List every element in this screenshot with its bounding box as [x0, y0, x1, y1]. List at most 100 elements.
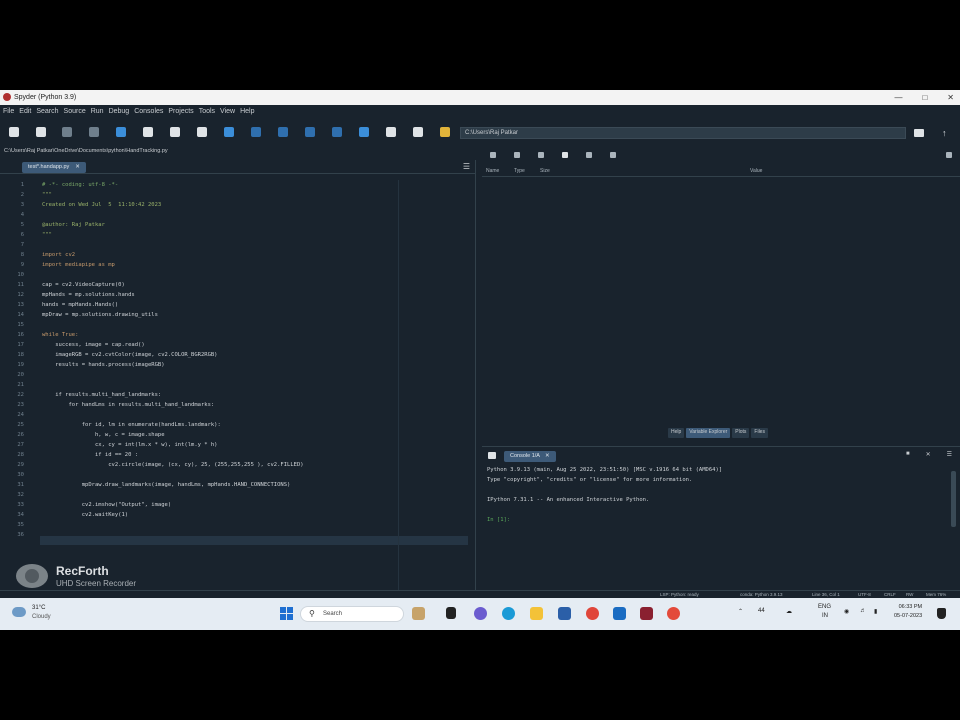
menu-source[interactable]: Source [64, 108, 86, 115]
code-line: cap = cv2.VideoCapture(0) [42, 282, 125, 288]
explorer-toolbar [482, 145, 960, 165]
save-all-icon[interactable] [89, 127, 99, 137]
working-directory-field[interactable]: C:\Users\Raj Patkar [460, 127, 906, 139]
clear-console-icon[interactable]: ✕ [926, 451, 931, 458]
region-indicator[interactable]: IN [822, 613, 828, 619]
chat-icon[interactable] [474, 607, 487, 620]
recorder-icon[interactable] [667, 607, 680, 620]
variable-explorer-pane: Name Type Size Value Help Variable Explo… [482, 145, 960, 441]
tab-variable-explorer[interactable]: Variable Explorer [686, 428, 731, 438]
open-file-icon[interactable] [36, 127, 46, 137]
run-cell-advance-icon[interactable] [170, 127, 180, 137]
column-type[interactable]: Type [514, 168, 525, 174]
menu-file[interactable]: File [3, 108, 14, 115]
spyder-taskbar-icon[interactable] [640, 607, 653, 620]
save-icon[interactable] [62, 127, 72, 137]
python-path-icon[interactable] [440, 127, 450, 137]
console-options-icon[interactable]: ☰ [947, 451, 952, 458]
cloud-icon[interactable] [12, 607, 26, 617]
run-icon[interactable] [116, 127, 126, 137]
import-data-icon[interactable] [490, 152, 496, 158]
menu-debug[interactable]: Debug [109, 108, 130, 115]
mail-icon[interactable] [613, 607, 626, 620]
battery-icon[interactable]: ▮ [874, 608, 877, 615]
menu-run[interactable]: Run [91, 108, 104, 115]
minimize-button[interactable]: — [894, 93, 902, 102]
run-cell-icon[interactable] [143, 127, 153, 137]
recorder-watermark: RecForth UHD Screen Recorder [16, 562, 186, 590]
refresh-icon[interactable] [610, 152, 616, 158]
preferences-wrench-icon[interactable] [413, 127, 423, 137]
photo-app-icon[interactable] [412, 607, 425, 620]
notification-bell-icon[interactable] [937, 608, 946, 619]
debug-icon[interactable] [224, 127, 234, 137]
code-line: results = hands.process(imageRGB) [42, 362, 165, 368]
menu-edit[interactable]: Edit [19, 108, 31, 115]
maximize-button[interactable]: □ [922, 93, 927, 102]
edge-browser-icon[interactable] [502, 607, 515, 620]
close-tab-icon[interactable]: ✕ [75, 164, 80, 170]
column-name[interactable]: Name [486, 168, 499, 174]
code-line: """ [42, 232, 52, 238]
menu-view[interactable]: View [220, 108, 235, 115]
menu-search[interactable]: Search [36, 108, 58, 115]
wifi-icon[interactable]: ◉ [844, 608, 849, 615]
maximize-pane-icon[interactable] [386, 127, 396, 137]
save-data-icon[interactable] [514, 152, 520, 158]
code-line: Created on Wed Jul 5 11:10:42 2023 [42, 202, 162, 208]
windows-start-icon[interactable] [280, 607, 293, 620]
menu-tools[interactable]: Tools [199, 108, 215, 115]
close-button[interactable]: ✕ [947, 93, 954, 102]
taskbar-search[interactable]: ⚲ Search [300, 606, 404, 622]
remove-all-icon[interactable] [562, 152, 568, 158]
file-explorer-dark-icon[interactable] [446, 607, 456, 619]
cloud-sync-icon[interactable]: ☁ [786, 608, 792, 615]
tray-counter[interactable]: 44 [758, 608, 765, 614]
new-file-icon[interactable] [9, 127, 19, 137]
weather-temperature[interactable]: 31°C [32, 605, 45, 611]
folder-icon[interactable] [914, 129, 924, 137]
tab-help[interactable]: Help [668, 428, 685, 438]
code-editor[interactable]: 1 # -*- coding: utf-8 -*- 2 """ 3 Created on … [0, 180, 470, 590]
column-value[interactable]: Value [750, 168, 762, 174]
step-into-icon[interactable] [278, 127, 288, 137]
editor-pane: test*.handapp.py ✕ ☰ 1 # -*- coding: utf-8… [0, 160, 476, 590]
taskbar: 31°C Cloudy ⚲ Search ⌃ 44 ☁ ENG IN ◉ ♬ ▮… [0, 598, 960, 630]
hamburger-menu-icon[interactable]: ☰ [463, 162, 470, 171]
options-icon[interactable] [946, 152, 952, 158]
line-number: 11 [17, 282, 24, 288]
chrome-icon[interactable] [586, 607, 599, 620]
line-number: 4 [20, 212, 24, 218]
console-tab[interactable]: Console 1/A ✕ [504, 451, 556, 462]
search-icon[interactable] [586, 152, 592, 158]
close-console-icon[interactable]: ✕ [545, 453, 550, 459]
chevron-up-icon[interactable]: ⌃ [738, 608, 743, 615]
stop-icon[interactable] [359, 127, 369, 137]
save-as-icon[interactable] [538, 152, 544, 158]
step-icon[interactable] [251, 127, 261, 137]
store-icon[interactable] [558, 607, 571, 620]
stop-kernel-icon[interactable]: ■ [906, 451, 910, 458]
run-selection-icon[interactable] [197, 127, 207, 137]
step-return-icon[interactable] [305, 127, 315, 137]
parent-directory-icon[interactable]: ↑ [942, 128, 950, 138]
menu-consoles[interactable]: Consoles [134, 108, 163, 115]
code-line: mpDraw.draw_landmarks(image, handLms, mp… [42, 482, 291, 488]
clock[interactable]: 06:33 PM 05-07-2023 [894, 603, 922, 621]
menu-projects[interactable]: Projects [168, 108, 193, 115]
tab-files[interactable]: Files [751, 428, 768, 438]
console-scrollbar[interactable] [951, 471, 956, 527]
volume-icon[interactable]: ♬ [860, 608, 866, 614]
menu-help[interactable]: Help [240, 108, 254, 115]
folder-icon[interactable] [530, 607, 543, 620]
language-indicator[interactable]: ENG [818, 604, 831, 610]
editor-tab[interactable]: test*.handapp.py ✕ [22, 162, 86, 173]
continue-icon[interactable] [332, 127, 342, 137]
tab-plots[interactable]: Plots [732, 428, 750, 438]
console-line: Type "copyright", "credits" or "license"… [487, 477, 693, 483]
weather-condition[interactable]: Cloudy [32, 614, 51, 620]
line-number: 36 [17, 532, 24, 538]
console-icon [488, 452, 496, 459]
clock-time: 06:33 PM [898, 604, 923, 610]
column-size[interactable]: Size [540, 168, 550, 174]
